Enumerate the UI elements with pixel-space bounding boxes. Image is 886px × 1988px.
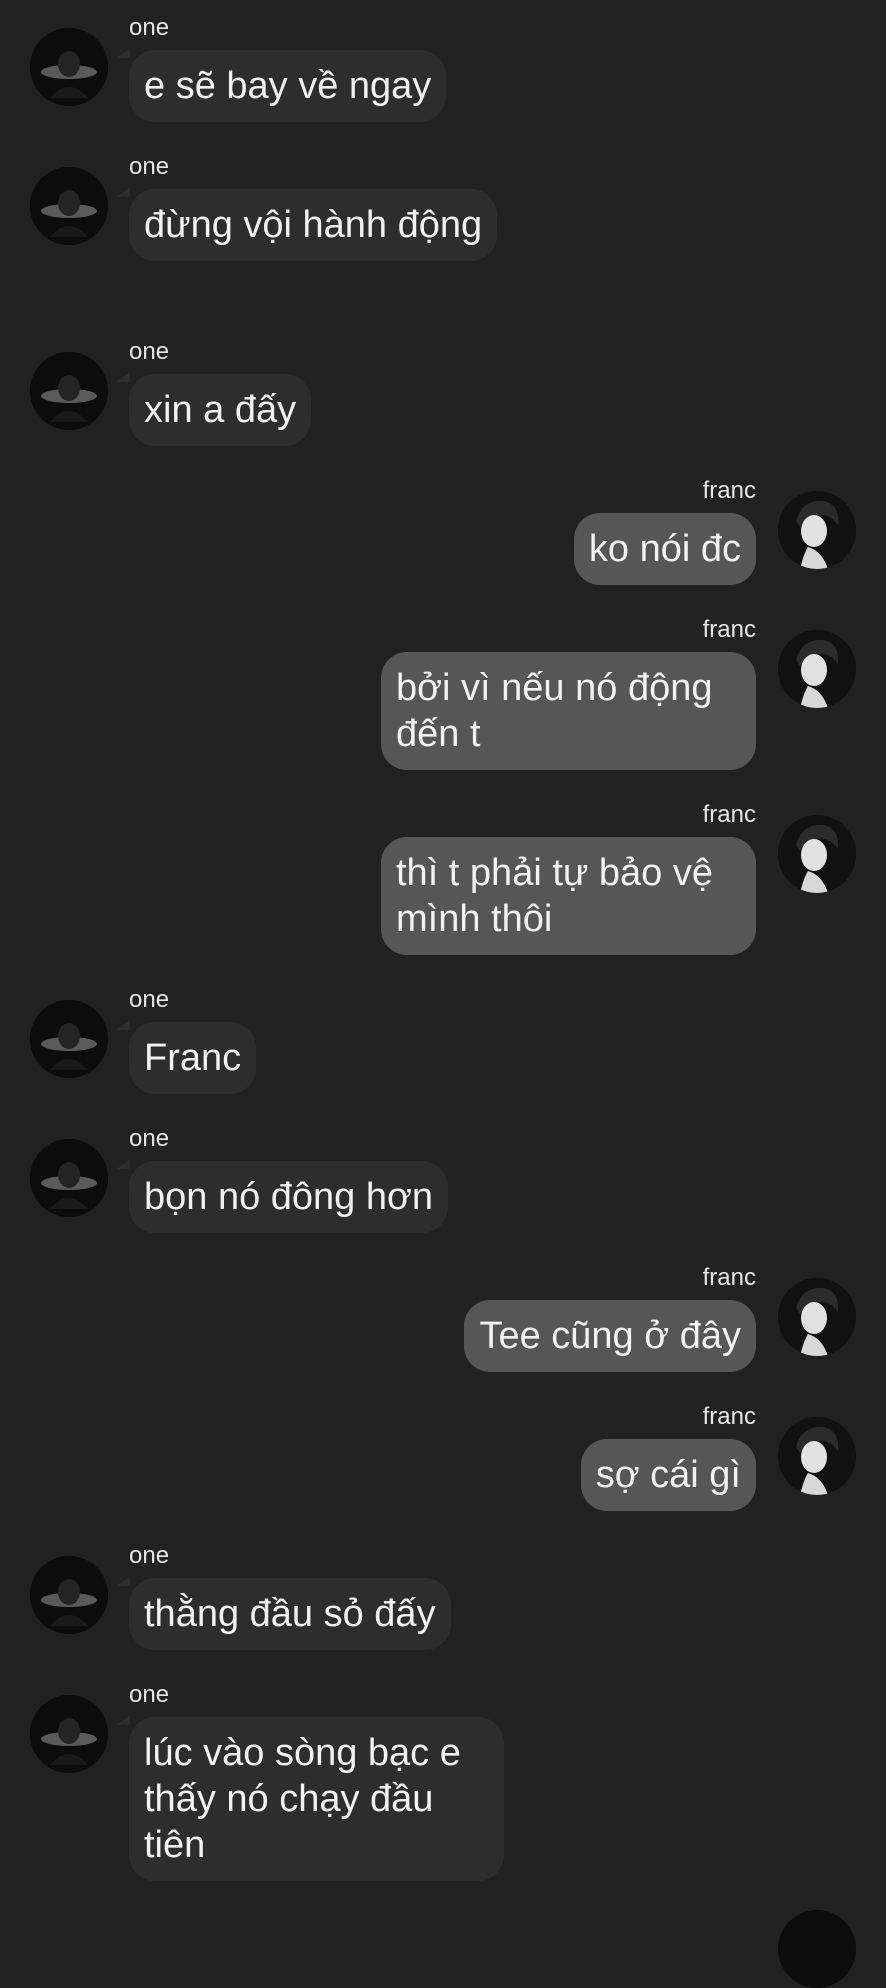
sender-name: franc [702, 477, 756, 504]
sender-name: one [129, 338, 170, 365]
sender-name: one [129, 153, 170, 180]
avatar-partial [778, 1910, 856, 1988]
avatar-franc[interactable] [778, 630, 856, 708]
bubble-tail [117, 48, 130, 58]
message-bubble[interactable]: ko nói đc [573, 513, 756, 585]
bubble-tail [117, 1020, 130, 1030]
avatar-franc[interactable] [778, 1278, 856, 1356]
sender-name: franc [702, 1403, 756, 1430]
avatar-one[interactable] [30, 1139, 108, 1217]
avatar-one[interactable] [30, 1695, 108, 1773]
bubble-tail [117, 1715, 130, 1725]
message-bubble[interactable]: thằng đầu sỏ đấy [129, 1578, 451, 1650]
message-bubble[interactable]: sợ cái gì [580, 1439, 756, 1511]
bubble-tail [117, 1576, 130, 1586]
message-bubble[interactable]: xin a đấy [129, 374, 312, 446]
message-bubble[interactable]: bởi vì nếu nó động đến t [381, 652, 756, 770]
message-bubble[interactable]: lúc vào sòng bạc e thấy nó chạy đầu tiên [129, 1717, 504, 1881]
sender-name: one [129, 1125, 170, 1152]
sender-name: one [129, 986, 170, 1013]
avatar-one[interactable] [30, 1556, 108, 1634]
sender-name: one [129, 14, 170, 41]
avatar-one[interactable] [30, 167, 108, 245]
bubble-tail [117, 372, 130, 382]
message-bubble[interactable]: Tee cũng ở đây [464, 1300, 756, 1372]
bubble-tail [117, 1159, 130, 1169]
avatar-franc[interactable] [778, 491, 856, 569]
bubble-tail [117, 187, 130, 197]
message-bubble[interactable]: e sẽ bay về ngay [129, 50, 447, 122]
avatar-one[interactable] [30, 28, 108, 106]
message-bubble[interactable]: đừng vội hành động [129, 189, 498, 261]
message-bubble[interactable]: thì t phải tự bảo vệ mình thôi [381, 837, 756, 955]
sender-name: franc [702, 801, 756, 828]
message-bubble[interactable]: bọn nó đông hơn [129, 1161, 449, 1233]
avatar-one[interactable] [30, 1000, 108, 1078]
avatar-franc[interactable] [778, 1417, 856, 1495]
avatar-franc[interactable] [778, 815, 856, 893]
sender-name: one [129, 1542, 170, 1569]
avatar-one[interactable] [30, 352, 108, 430]
sender-name: franc [702, 1264, 756, 1291]
sender-name: franc [702, 616, 756, 643]
message-bubble[interactable]: Franc [129, 1022, 257, 1094]
sender-name: one [129, 1681, 170, 1708]
